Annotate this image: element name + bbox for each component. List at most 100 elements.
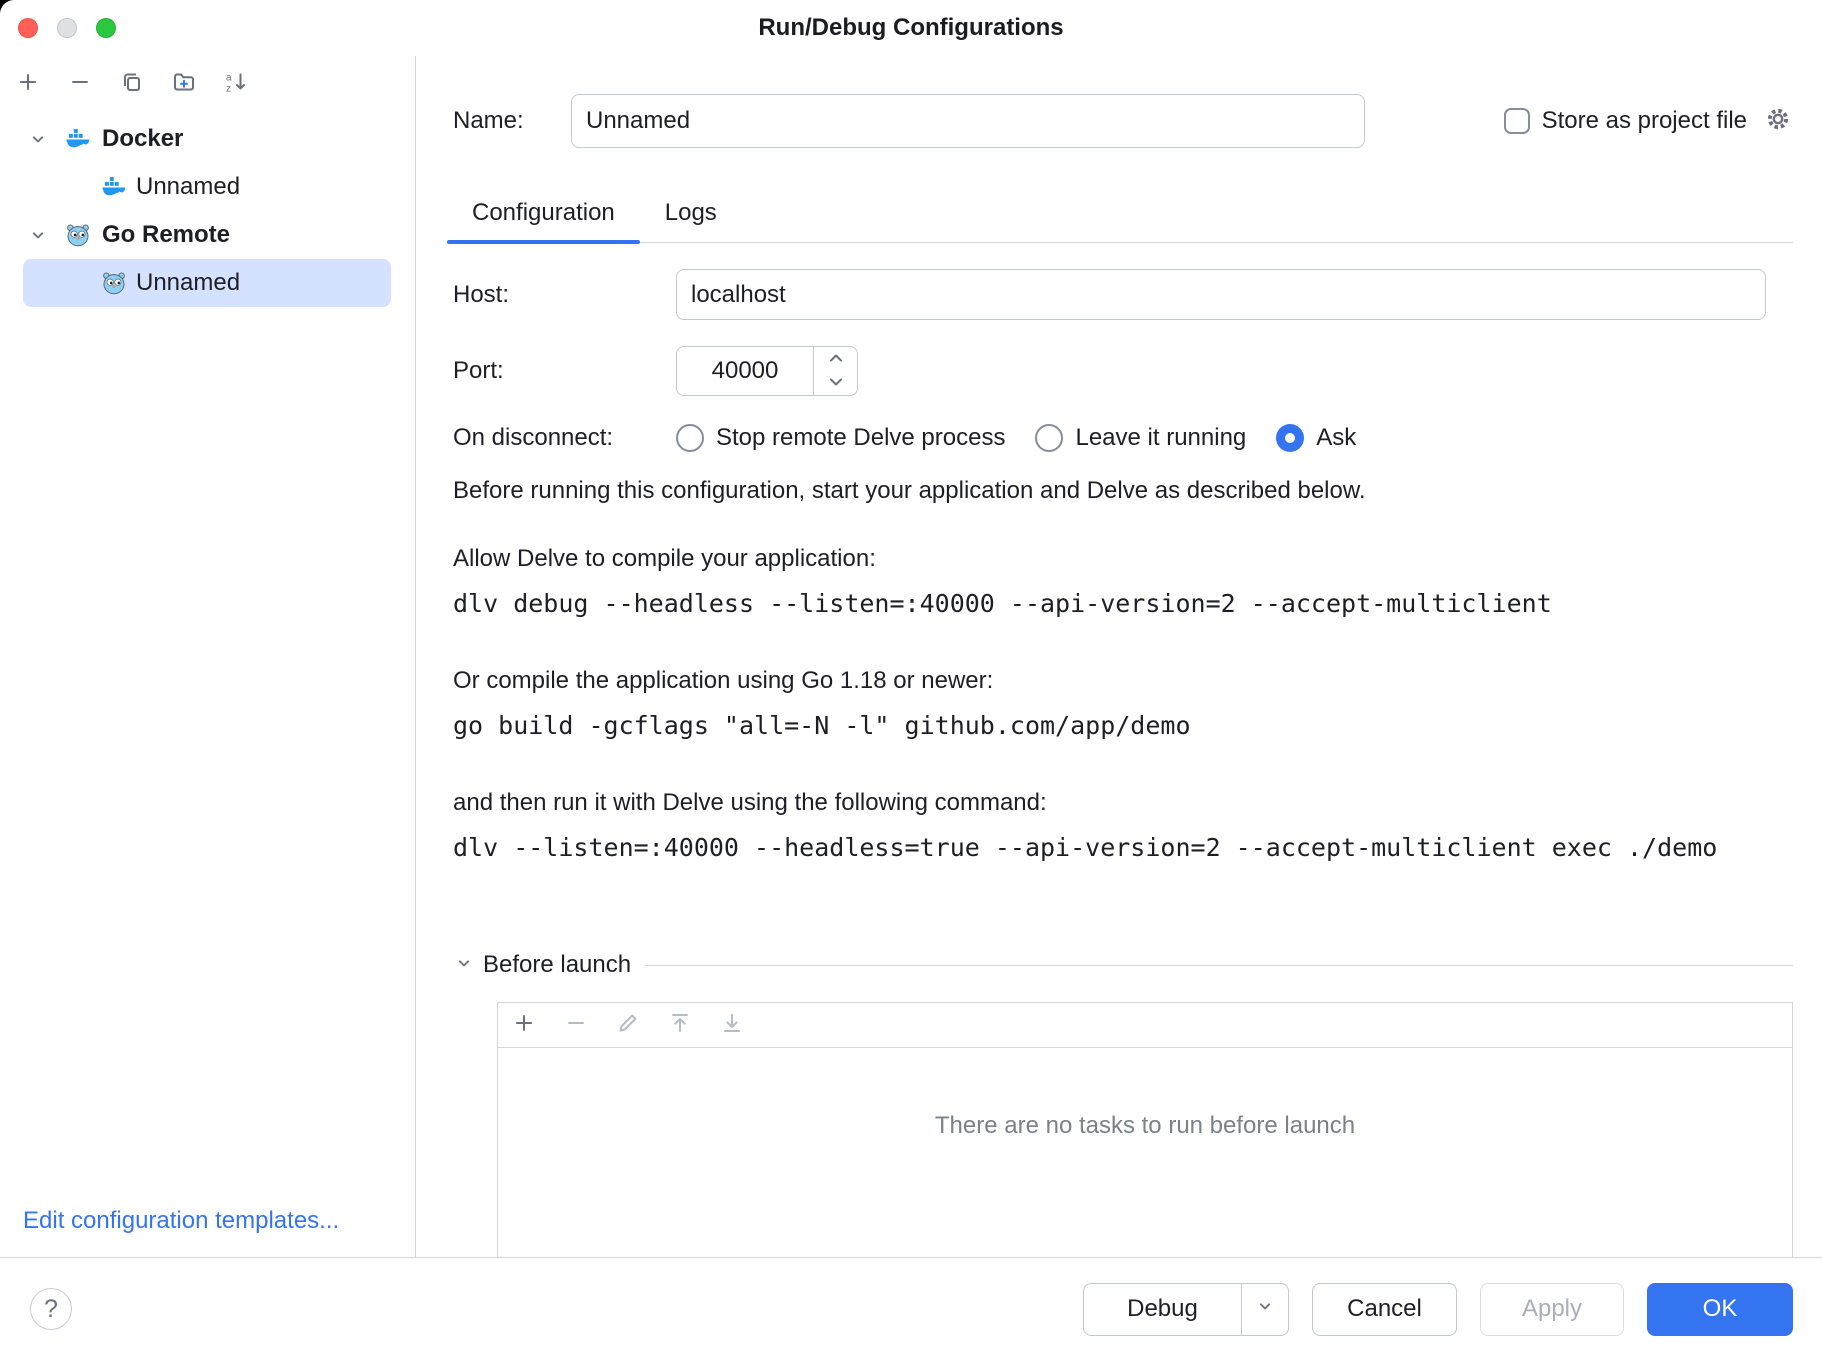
radio-icon — [1035, 424, 1063, 452]
minus-icon — [68, 70, 92, 99]
chevron-down-icon — [454, 953, 474, 978]
radio-label: Ask — [1316, 424, 1356, 452]
ok-button[interactable]: OK — [1647, 1283, 1793, 1336]
arrow-down-to-line-icon — [720, 1011, 744, 1040]
tab-label: Configuration — [472, 199, 615, 227]
run-command: dlv --listen=:40000 --headless=true --ap… — [453, 832, 1793, 864]
before-launch-title: Before launch — [483, 951, 631, 979]
tree-item-label: Unnamed — [136, 173, 240, 201]
titlebar: Run/Debug Configurations — [0, 0, 1822, 56]
sidebar-toolbar: az — [0, 56, 415, 108]
gear-icon — [1764, 105, 1792, 138]
name-input[interactable] — [571, 94, 1365, 148]
tree-item-go-remote-unnamed[interactable]: Unnamed — [23, 259, 391, 307]
minus-icon — [564, 1011, 588, 1040]
radio-ask[interactable]: Ask — [1276, 424, 1356, 452]
remove-configuration-button[interactable] — [66, 70, 94, 98]
gopher-icon — [100, 269, 128, 297]
chevron-down-icon[interactable] — [26, 223, 50, 247]
on-disconnect-row: On disconnect: Stop remote Delve process… — [453, 424, 1793, 452]
zoom-button[interactable] — [96, 18, 116, 38]
build-command: go build -gcflags "all=-N -l" github.com… — [453, 710, 1793, 742]
svg-text:a: a — [226, 72, 232, 83]
plus-icon — [16, 70, 40, 99]
host-input[interactable] — [676, 269, 1766, 320]
minimize-button[interactable] — [57, 18, 77, 38]
close-button[interactable] — [18, 18, 38, 38]
run-title: and then run it with Delve using the fol… — [453, 788, 1793, 818]
tab-logs[interactable]: Logs — [640, 184, 742, 242]
radio-label: Leave it running — [1075, 424, 1246, 452]
tab-configuration[interactable]: Configuration — [447, 184, 640, 242]
before-launch-collapse-toggle[interactable] — [453, 954, 475, 976]
radio-icon — [676, 424, 704, 452]
gopher-icon — [64, 221, 92, 249]
sort-configurations-button[interactable]: az — [222, 70, 250, 98]
chevron-down-icon[interactable] — [26, 127, 50, 151]
store-as-project-file-group: Store as project file — [1504, 106, 1793, 136]
copy-icon — [120, 70, 144, 99]
port-increment-button[interactable] — [814, 347, 857, 371]
radio-leave-running[interactable]: Leave it running — [1035, 424, 1246, 452]
plus-icon — [512, 1011, 536, 1040]
chevron-up-icon — [828, 350, 844, 368]
tree-item-go-remote[interactable]: Go Remote — [0, 211, 415, 259]
new-folder-button[interactable] — [170, 70, 198, 98]
docker-icon — [64, 125, 92, 153]
chevron-down-icon — [1255, 1295, 1275, 1323]
new-folder-icon — [172, 70, 196, 99]
name-label: Name: — [453, 107, 571, 135]
configuration-panel: Name: Store as project file Configuratio… — [417, 56, 1822, 1257]
copy-configuration-button[interactable] — [118, 70, 146, 98]
cancel-button[interactable]: Cancel — [1312, 1283, 1457, 1336]
dialog-title: Run/Debug Configurations — [758, 14, 1063, 42]
svg-text:z: z — [226, 83, 231, 94]
tree-item-label: Docker — [102, 125, 183, 153]
host-label: Host: — [453, 281, 676, 309]
sidebar: az Docker Unnamed Go Remote Unnamed — [0, 56, 416, 1257]
tree-item-docker[interactable]: Docker — [0, 115, 415, 163]
compile-command: dlv debug --headless --listen=:40000 --a… — [453, 588, 1793, 620]
apply-button[interactable]: Apply — [1480, 1283, 1624, 1336]
tree-item-label: Go Remote — [102, 221, 230, 249]
section-divider — [645, 965, 1793, 966]
host-row: Host: — [453, 269, 1793, 320]
radio-stop-remote-delve[interactable]: Stop remote Delve process — [676, 424, 1005, 452]
debug-button[interactable]: Debug — [1083, 1283, 1289, 1336]
add-task-button[interactable] — [510, 1011, 538, 1039]
project-file-settings-button[interactable] — [1763, 106, 1793, 136]
add-configuration-button[interactable] — [14, 70, 42, 98]
port-decrement-button[interactable] — [814, 371, 857, 395]
remove-task-button[interactable] — [562, 1011, 590, 1039]
before-launch-empty-text: There are no tasks to run before launch — [498, 1112, 1792, 1140]
port-input[interactable] — [677, 347, 813, 395]
tab-label: Logs — [665, 199, 717, 227]
on-disconnect-label: On disconnect: — [453, 424, 676, 452]
move-task-down-button[interactable] — [718, 1011, 746, 1039]
debug-dropdown-button[interactable] — [1242, 1284, 1288, 1335]
pencil-icon — [616, 1011, 640, 1040]
tree-item-label: Unnamed — [136, 269, 240, 297]
configurations-tree: Docker Unnamed Go Remote Unnamed — [0, 115, 415, 307]
arrow-up-to-line-icon — [668, 1011, 692, 1040]
footer: ? Debug Cancel Apply OK — [0, 1257, 1822, 1360]
name-row: Name: Store as project file — [453, 94, 1793, 148]
run-debug-configurations-dialog: Run/Debug Configurations az — [0, 0, 1822, 1360]
tree-item-docker-unnamed[interactable]: Unnamed — [23, 163, 391, 211]
radio-selected-icon — [1276, 424, 1304, 452]
store-as-project-file-checkbox[interactable] — [1504, 108, 1530, 134]
window-controls — [18, 18, 116, 38]
compile-title: Allow Delve to compile your application: — [453, 544, 1793, 574]
tabs: Configuration Logs — [447, 184, 1793, 243]
build-title: Or compile the application using Go 1.18… — [453, 666, 1793, 696]
port-stepper — [676, 346, 858, 396]
help-button[interactable]: ? — [30, 1288, 72, 1330]
edit-task-button[interactable] — [614, 1011, 642, 1039]
edit-configuration-templates-link[interactable]: Edit configuration templates... — [23, 1207, 339, 1235]
move-task-up-button[interactable] — [666, 1011, 694, 1039]
port-spin-buttons — [813, 347, 857, 395]
radio-label: Stop remote Delve process — [716, 424, 1005, 452]
chevron-down-icon — [828, 374, 844, 392]
docker-icon — [100, 173, 128, 201]
intro-text: Before running this configuration, start… — [453, 476, 1793, 506]
